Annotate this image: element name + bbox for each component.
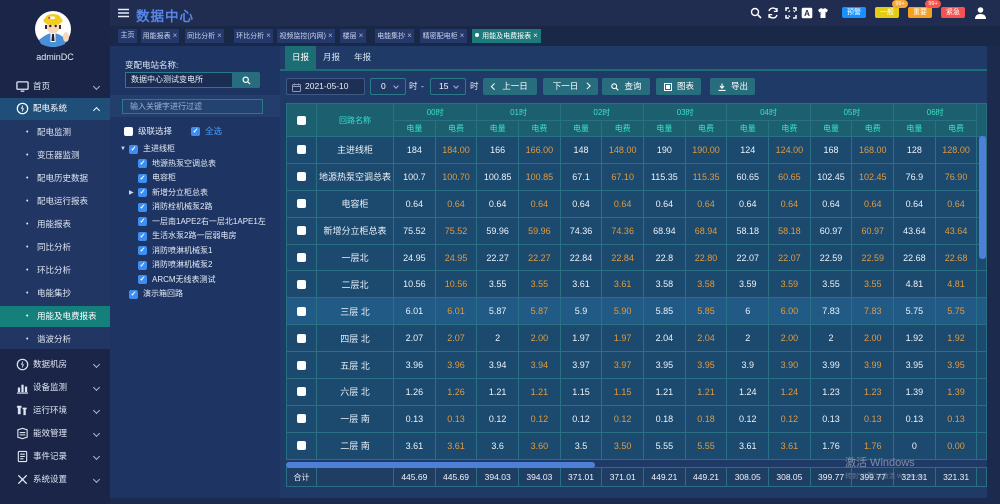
svg-text:A: A bbox=[804, 9, 810, 18]
